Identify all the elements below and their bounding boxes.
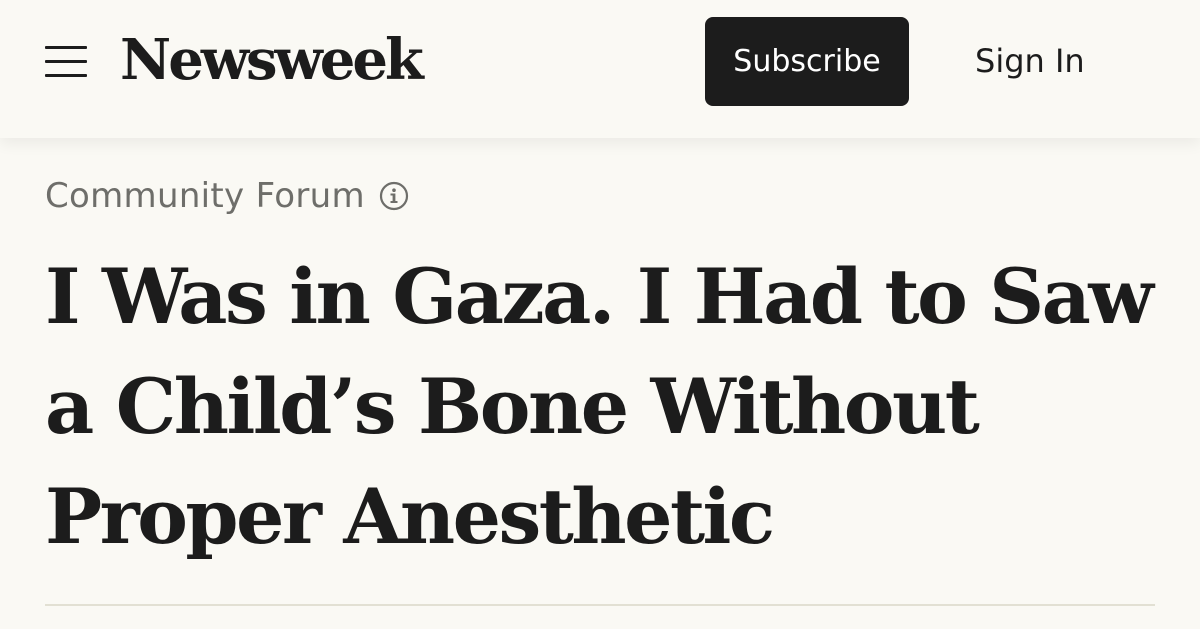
hamburger-line [45, 46, 87, 49]
hamburger-menu-icon[interactable] [45, 44, 87, 78]
site-header: Newsweek Subscribe Sign In [0, 0, 1200, 138]
site-logo[interactable]: Newsweek [120, 24, 424, 96]
info-icon[interactable] [379, 181, 409, 211]
article-headline: I Was in Gaza. I Had to Saw a Child’s Bo… [45, 252, 1154, 561]
section-label[interactable]: Community Forum [45, 176, 365, 216]
section-eyebrow: Community Forum [45, 172, 409, 220]
sign-in-link[interactable]: Sign In [975, 40, 1085, 82]
hamburger-line [45, 74, 87, 77]
divider [45, 604, 1155, 606]
subscribe-button[interactable]: Subscribe [705, 17, 909, 106]
hamburger-line [45, 60, 87, 63]
